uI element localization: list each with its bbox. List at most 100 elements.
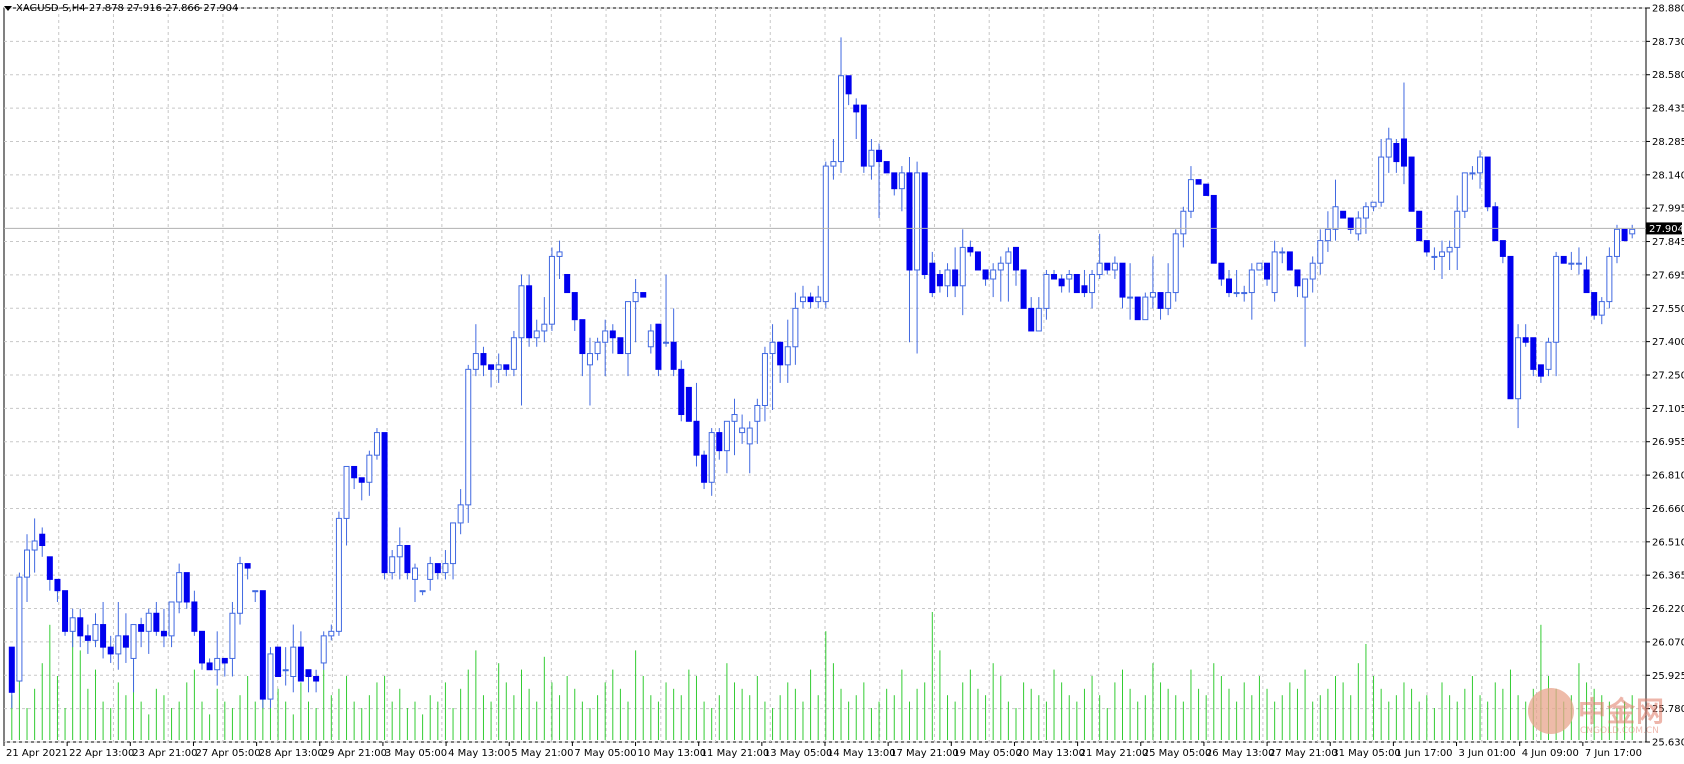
candle-body bbox=[24, 549, 31, 578]
candle-body bbox=[632, 292, 639, 303]
candle-body bbox=[472, 353, 479, 370]
candle-body bbox=[457, 504, 464, 524]
dropdown-triangle-icon[interactable] bbox=[4, 5, 12, 11]
candle-body bbox=[1515, 337, 1522, 400]
candle-body bbox=[526, 285, 533, 339]
candle-body bbox=[404, 545, 411, 574]
x-tick-label: 5 May 21:00 bbox=[511, 748, 573, 759]
y-tick-label: 27.105 bbox=[1652, 404, 1684, 415]
chart-canvas[interactable]: 28.880 28.730 28.580 28.435 28.285 28.140 27.9… bbox=[0, 0, 1684, 760]
price-chart[interactable]: 28.880 28.730 28.580 28.435 28.285 28.140 27.9… bbox=[0, 0, 1684, 760]
candle-body bbox=[1446, 246, 1453, 253]
candle-body bbox=[229, 612, 236, 659]
candle-body bbox=[84, 635, 91, 641]
candle-body bbox=[784, 346, 791, 366]
candle-body bbox=[548, 255, 555, 325]
candle-body bbox=[153, 612, 160, 632]
x-tick-label: 3 Jun 01:00 bbox=[1459, 748, 1516, 759]
candle-body bbox=[944, 269, 951, 287]
candle-body bbox=[419, 590, 426, 593]
candle-body bbox=[252, 590, 259, 593]
x-tick-label: 10 May 13:00 bbox=[638, 748, 707, 759]
y-tick-label: 27.550 bbox=[1652, 304, 1684, 315]
candle-body bbox=[1218, 262, 1225, 280]
candle-body bbox=[769, 341, 776, 355]
candle-body bbox=[412, 567, 418, 580]
y-tick-label: 28.580 bbox=[1652, 70, 1684, 81]
candle-body bbox=[1066, 273, 1073, 280]
candle-body bbox=[990, 269, 997, 280]
candle-body bbox=[434, 563, 441, 574]
candle-body bbox=[822, 165, 829, 303]
candle-body bbox=[1180, 210, 1187, 235]
candle-body bbox=[92, 624, 99, 641]
candle-body bbox=[1591, 292, 1598, 316]
candle-body bbox=[1028, 307, 1035, 332]
candle-body bbox=[1081, 285, 1088, 294]
candle-body bbox=[1583, 269, 1590, 294]
candle-body bbox=[556, 251, 563, 257]
candle-body bbox=[1111, 262, 1118, 271]
watermark-logo-icon bbox=[1528, 688, 1574, 734]
candle-body bbox=[777, 341, 784, 366]
x-tick-label: 23 Apr 21:00 bbox=[132, 748, 197, 759]
candle-body bbox=[1492, 206, 1499, 242]
candle-body bbox=[290, 646, 297, 678]
x-tick-label: 19 May 05:00 bbox=[953, 748, 1022, 759]
x-tick-label: 17 May 21:00 bbox=[890, 748, 959, 759]
y-tick-label: 28.880 bbox=[1652, 4, 1684, 15]
candle-body bbox=[1203, 183, 1210, 196]
candle-body bbox=[335, 517, 342, 632]
candle-body bbox=[967, 246, 974, 253]
candle-body bbox=[16, 576, 23, 682]
candle-body bbox=[853, 104, 860, 113]
candle-body bbox=[1400, 138, 1407, 167]
candle-body bbox=[1598, 301, 1605, 316]
y-tick-label: 26.070 bbox=[1652, 637, 1684, 648]
x-tick-label: 21 May 21:00 bbox=[1080, 748, 1149, 759]
candle-body bbox=[1005, 251, 1012, 264]
candle-body bbox=[100, 624, 107, 648]
candle-body bbox=[1553, 255, 1560, 343]
x-tick-label: 21 Apr 2021 bbox=[6, 748, 68, 759]
candle-body bbox=[1355, 217, 1362, 235]
candle-body bbox=[1073, 273, 1080, 294]
y-tick-label: 28.730 bbox=[1652, 37, 1684, 48]
candle-body bbox=[1233, 292, 1240, 295]
y-tick-label: 26.660 bbox=[1652, 504, 1684, 515]
candle-body bbox=[1142, 296, 1149, 321]
current-price-label: 27.904 bbox=[1649, 224, 1684, 235]
candle-body bbox=[54, 578, 61, 592]
candle-body bbox=[625, 301, 632, 355]
candle-body bbox=[845, 75, 852, 95]
y-tick-label: 28.285 bbox=[1652, 137, 1684, 148]
candle-body bbox=[693, 420, 700, 456]
candle-body bbox=[883, 161, 890, 174]
candle-body bbox=[655, 323, 662, 370]
candle-body bbox=[1264, 262, 1271, 280]
candle-body bbox=[921, 172, 928, 275]
candle-body bbox=[533, 330, 540, 339]
candle-body bbox=[320, 635, 327, 664]
x-tick-label: 29 Apr 21:00 bbox=[322, 748, 387, 759]
candle-body bbox=[754, 404, 761, 422]
x-tick-label: 28 Apr 13:00 bbox=[259, 748, 324, 759]
candle-body bbox=[761, 353, 768, 406]
candle-body bbox=[799, 296, 806, 303]
candle-body bbox=[1629, 228, 1636, 235]
candle-body bbox=[959, 246, 966, 287]
candle-body bbox=[1134, 296, 1141, 321]
candle-body bbox=[259, 590, 266, 700]
y-tick-label: 26.810 bbox=[1652, 471, 1684, 482]
x-tick-label: 27 May 21:00 bbox=[1269, 748, 1338, 759]
candle-body bbox=[358, 477, 365, 483]
symbol-info-label[interactable]: XAGUSD-S,H4 27.878 27.916 27.866 27.904 bbox=[4, 3, 238, 14]
x-tick-label: 26 May 13:00 bbox=[1206, 748, 1275, 759]
y-tick-label: 28.435 bbox=[1652, 104, 1684, 115]
candle-body bbox=[1051, 273, 1058, 280]
x-tick-label: 14 May 13:00 bbox=[827, 748, 896, 759]
candle-body bbox=[389, 556, 396, 574]
candle-body bbox=[1195, 179, 1202, 185]
candle-body bbox=[1279, 251, 1286, 254]
candle-body bbox=[450, 522, 457, 565]
